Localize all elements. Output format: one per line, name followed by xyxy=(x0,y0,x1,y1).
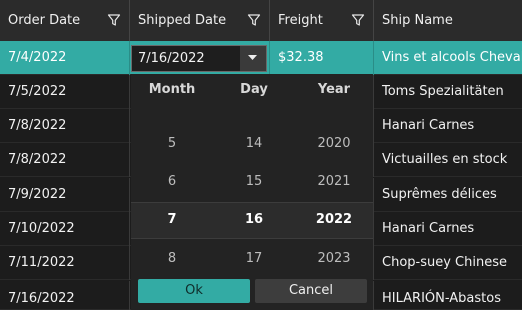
cell-order-date[interactable]: 7/8/2022 xyxy=(0,143,130,177)
ok-button[interactable]: Ok xyxy=(138,279,250,303)
cell-ship-name[interactable]: Toms Spezialitäten xyxy=(374,75,522,109)
column-header-ship-name[interactable]: Ship Name xyxy=(374,0,522,41)
cell-order-date[interactable]: 7/16/2022 xyxy=(0,281,130,310)
day-option[interactable]: 15 xyxy=(213,174,295,189)
column-header-freight[interactable]: Freight xyxy=(270,0,374,41)
month-option-selected[interactable]: 7 xyxy=(131,212,213,227)
cell-ship-name[interactable]: Suprêmes délices xyxy=(374,178,522,212)
cell-ship-name[interactable]: Chop-suey Chinese xyxy=(374,246,522,280)
cell-ship-name[interactable]: Hanari Carnes xyxy=(374,212,522,246)
cell-ship-name[interactable]: Hanari Carnes xyxy=(374,109,522,143)
cell-order-date[interactable]: 7/10/2022 xyxy=(0,212,130,246)
date-picker-popup: Month Day Year 5 6 7 8 14 15 16 17 2020 … xyxy=(131,74,373,310)
day-option-selected[interactable]: 16 xyxy=(213,212,295,227)
cell-ship-name[interactable]: Victuailles en stock xyxy=(374,143,522,177)
cell-order-date[interactable]: 7/9/2022 xyxy=(0,178,130,212)
cell-freight[interactable]: $32.38 xyxy=(270,41,374,75)
month-option[interactable]: 6 xyxy=(131,174,213,189)
orders-data-grid: Order Date Shipped Date Freight Ship Nam… xyxy=(0,0,522,310)
month-column-header: Month xyxy=(148,82,196,97)
filter-icon[interactable] xyxy=(107,13,121,27)
column-header-label: Ship Name xyxy=(382,13,453,28)
filter-icon[interactable] xyxy=(247,13,261,27)
day-option[interactable]: 17 xyxy=(213,251,295,266)
column-header-order-date[interactable]: Order Date xyxy=(0,0,130,41)
cell-order-date[interactable]: 7/11/2022 xyxy=(0,246,130,280)
column-header-label: Order Date xyxy=(8,13,81,28)
column-header-label: Shipped Date xyxy=(138,13,227,28)
dropdown-button[interactable] xyxy=(240,46,266,71)
chevron-down-icon xyxy=(248,55,257,60)
column-header-label: Freight xyxy=(278,13,323,28)
year-option[interactable]: 2023 xyxy=(295,251,373,266)
grid-header: Order Date Shipped Date Freight Ship Nam… xyxy=(0,0,522,42)
year-option[interactable]: 2020 xyxy=(295,136,373,151)
month-option[interactable]: 8 xyxy=(131,251,213,266)
year-option-selected[interactable]: 2022 xyxy=(295,212,373,227)
month-option[interactable]: 5 xyxy=(131,136,213,151)
year-option[interactable]: 2021 xyxy=(295,174,373,189)
cancel-button[interactable]: Cancel xyxy=(255,279,367,303)
date-value[interactable]: 7/16/2022 xyxy=(138,46,205,71)
cell-order-date[interactable]: 7/8/2022 xyxy=(0,109,130,143)
cell-order-date[interactable]: 7/5/2022 xyxy=(0,75,130,109)
cell-order-date[interactable]: 7/4/2022 xyxy=(0,41,130,75)
column-header-shipped-date[interactable]: Shipped Date xyxy=(130,0,270,41)
day-option[interactable]: 14 xyxy=(213,136,295,151)
year-column-header: Year xyxy=(317,82,351,97)
cell-ship-name[interactable]: HILARIÓN-Abastos xyxy=(374,281,522,310)
filter-icon[interactable] xyxy=(351,13,365,27)
day-column-header: Day xyxy=(240,82,268,97)
shipped-date-editor[interactable]: 7/16/2022 xyxy=(131,45,267,72)
cell-ship-name[interactable]: Vins et alcools Chevalier xyxy=(374,41,522,75)
